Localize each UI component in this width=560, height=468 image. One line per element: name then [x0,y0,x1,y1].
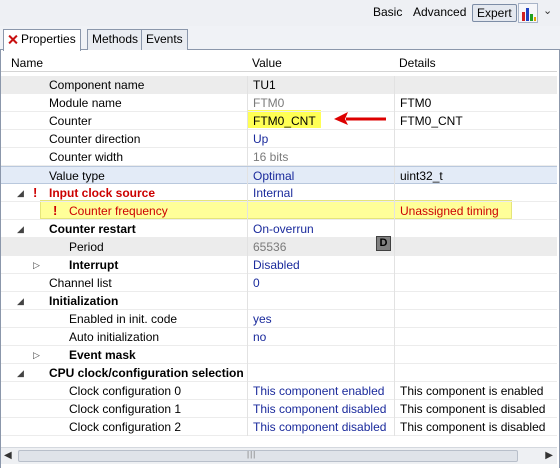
chevron-down-icon[interactable]: ⌄ [543,4,552,17]
table-row-selected[interactable]: Value type Optimal uint32_t [1,166,557,185]
error-icon: ! [53,203,58,218]
property-value[interactable]: TU1 [253,78,276,92]
collapse-triangle-icon[interactable]: ◢ [17,367,27,379]
property-details: FTM0 [400,96,432,110]
table-row[interactable]: Component name TU1 [1,76,557,94]
collapse-triangle-icon[interactable]: ◢ [17,295,27,307]
property-value[interactable]: 16 bits [253,150,288,164]
table-row[interactable]: ◢ Counter restart On-overrun [1,220,557,238]
table-row[interactable]: ◢ Initialization [1,292,557,310]
scroll-right-icon[interactable]: ▶ [545,450,553,461]
table-row[interactable]: ▷ Event mask [1,346,557,364]
property-value[interactable]: Internal [253,186,293,200]
expand-triangle-icon[interactable]: ▷ [33,349,43,361]
tab-properties[interactable]: Properties [3,29,81,51]
property-name: Enabled in init. code [69,312,178,326]
property-value[interactable]: This component disabled [253,420,386,434]
collapse-triangle-icon[interactable]: ◢ [17,223,27,235]
property-name: Counter frequency [69,204,168,218]
expert-view-button[interactable]: Expert [472,4,517,22]
tab-events-label: Events [146,32,183,46]
property-name: Module name [49,96,122,110]
property-value[interactable]: no [253,330,266,344]
advanced-view-button[interactable]: Advanced [413,4,466,22]
table-row[interactable]: Counter direction Up [1,130,557,148]
property-name: Auto initialization [69,330,160,344]
basic-view-button[interactable]: Basic [373,4,402,22]
table-header: Name Value Details [1,54,557,72]
property-name: Interrupt [69,258,119,272]
property-name: Input clock source [49,186,156,200]
table-row[interactable]: Counter width 16 bits [1,148,557,166]
table-row[interactable]: Clock configuration 1 This component dis… [1,400,557,418]
property-value[interactable]: 65536 [253,240,286,254]
table-row[interactable]: ◢ ! Input clock source Internal [1,184,557,202]
tab-bar: Properties Methods Events [0,26,560,51]
table-row[interactable]: Counter FTM0_CNT FTM0_CNT [1,112,557,130]
property-name: Period [69,240,104,254]
property-value[interactable]: FTM0 [253,96,284,110]
scrollbar-thumb[interactable] [18,450,518,462]
property-name: Clock configuration 1 [69,402,182,416]
table-row[interactable]: ! Counter frequency Unassigned timing [1,202,557,220]
property-value[interactable]: Optimal [253,169,294,183]
bar-chart-icon[interactable] [518,3,538,23]
property-name: CPU clock/configuration selection [49,366,244,380]
property-value[interactable]: On-overrun [253,222,314,236]
expand-triangle-icon[interactable]: ▷ [33,259,43,271]
property-name: Counter [49,114,92,128]
table-row[interactable]: Auto initialization no [1,328,557,346]
property-details: This component is disabled [400,402,546,416]
property-value[interactable]: FTM0_CNT [253,114,316,128]
collapse-triangle-icon[interactable]: ◢ [17,187,27,199]
column-header-name[interactable]: Name [11,56,43,70]
property-value[interactable]: This component enabled [253,384,384,398]
property-details: uint32_t [400,169,443,183]
view-level-toolbar: Basic Advanced Expert ⌄ [0,0,560,26]
tab-properties-label: Properties [21,32,76,46]
property-details: Unassigned timing [400,204,499,218]
property-details: This component is disabled [400,420,546,434]
period-dialog-button[interactable]: D [376,236,391,251]
scroll-grip-icon: ||| [247,450,257,459]
table-row[interactable]: Enabled in init. code yes [1,310,557,328]
property-name: Component name [49,78,145,92]
properties-icon [8,35,17,44]
property-name: Counter width [49,150,124,164]
property-value[interactable]: Disabled [253,258,300,272]
annotation-arrow-icon [334,112,386,125]
scroll-left-icon[interactable]: ◀ [4,450,12,461]
property-details: FTM0_CNT [400,114,463,128]
table-row[interactable]: ◢ CPU clock/configuration selection [1,364,557,382]
horizontal-scrollbar[interactable]: ◀ ||| ▶ [1,447,557,464]
table-row[interactable]: Clock configuration 0 This component ena… [1,382,557,400]
error-icon: ! [33,185,38,200]
table-row[interactable]: Module name FTM0 FTM0 [1,94,557,112]
property-name: Counter direction [49,132,141,146]
tab-events[interactable]: Events [141,29,188,50]
tab-methods-label: Methods [92,32,139,46]
property-details: This component is enabled [400,384,544,398]
property-name: Channel list [49,276,112,290]
table-row[interactable]: Period 65536 [1,238,557,256]
property-value[interactable]: yes [253,312,272,326]
tab-methods[interactable]: Methods [87,29,144,50]
property-value[interactable]: Up [253,132,268,146]
property-value[interactable]: 0 [253,276,260,290]
property-name: Event mask [69,348,136,362]
table-row[interactable]: Clock configuration 2 This component dis… [1,418,557,436]
property-name: Counter restart [49,222,136,236]
property-name: Clock configuration 0 [69,384,182,398]
column-header-details[interactable]: Details [399,56,436,70]
table-row[interactable]: ▷ Interrupt Disabled [1,256,557,274]
property-name: Initialization [49,294,119,308]
property-value[interactable]: This component disabled [253,402,386,416]
property-name: Value type [49,169,105,183]
property-name: Clock configuration 2 [69,420,182,434]
table-row[interactable]: Channel list 0 [1,274,557,292]
column-header-value[interactable]: Value [252,56,282,70]
